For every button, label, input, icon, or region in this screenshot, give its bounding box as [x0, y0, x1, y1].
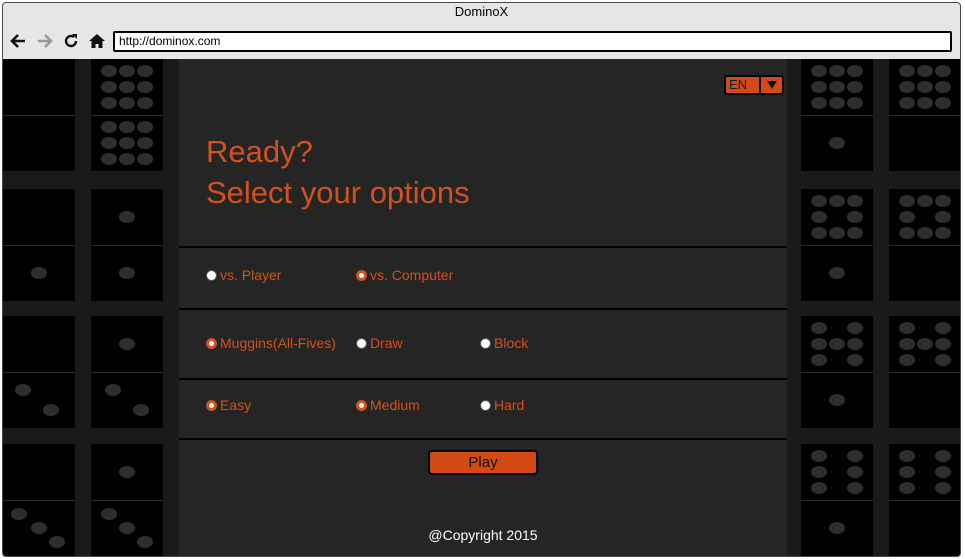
radio-block[interactable]: Block: [480, 335, 528, 351]
domino-tile: [801, 316, 873, 428]
play-button[interactable]: Play: [428, 450, 538, 475]
left-domino-decoration: [3, 59, 179, 556]
radio-button[interactable]: [356, 337, 367, 349]
domino-tile: [91, 189, 163, 301]
domino-tile: [801, 189, 873, 301]
radio-button-selected[interactable]: [356, 399, 367, 411]
option-label: vs. Computer: [370, 267, 454, 283]
right-domino-decoration: [787, 59, 960, 556]
divider: [179, 246, 787, 248]
chevron-down-icon[interactable]: [759, 77, 782, 93]
option-label: Hard: [494, 397, 525, 413]
domino-tile: [801, 59, 873, 171]
title-line-2: Select your options: [206, 175, 470, 210]
radio-button[interactable]: [206, 269, 217, 281]
language-select[interactable]: EN: [724, 75, 784, 95]
reload-icon[interactable]: [62, 32, 80, 50]
address-bar[interactable]: http://dominox.com: [113, 31, 952, 52]
radio-vs-computer[interactable]: vs. Computer: [356, 267, 453, 283]
domino-tile: [3, 444, 75, 556]
options-panel: EN Ready? Select your options vs. Player…: [179, 59, 787, 556]
option-label: Muggins(All-Fives): [220, 335, 336, 351]
radio-easy[interactable]: Easy: [206, 397, 251, 413]
radio-button-selected[interactable]: [206, 337, 217, 349]
domino-tile: [889, 189, 960, 301]
copyright-text: @Copyright 2015: [428, 527, 538, 543]
radio-vs-player[interactable]: vs. Player: [206, 267, 281, 283]
domino-tile: [801, 444, 873, 556]
arrow-right-icon[interactable]: [36, 32, 54, 50]
divider: [179, 308, 787, 310]
option-label: Medium: [370, 397, 420, 413]
radio-hard[interactable]: Hard: [480, 397, 524, 413]
radio-medium[interactable]: Medium: [356, 397, 420, 413]
domino-tile: [91, 59, 163, 171]
option-label: Easy: [220, 397, 252, 413]
option-label: Block: [494, 335, 529, 351]
option-label: vs. Player: [220, 267, 282, 283]
browser-window: DominoX http://dominox.com EN Ready? Sel…: [2, 2, 961, 557]
domino-tile: [91, 316, 163, 428]
language-value: EN: [729, 77, 748, 92]
browser-toolbar: http://dominox.com: [3, 25, 960, 59]
domino-tile: [3, 59, 75, 171]
radio-button[interactable]: [480, 399, 491, 411]
domino-tile: [889, 59, 960, 171]
domino-tile: [91, 444, 163, 556]
domino-tile: [889, 444, 960, 556]
radio-muggins[interactable]: Muggins(All-Fives): [206, 335, 336, 351]
arrow-left-icon[interactable]: [9, 32, 27, 50]
radio-button[interactable]: [480, 337, 491, 349]
page-viewport: EN Ready? Select your options vs. Player…: [3, 59, 960, 556]
domino-tile: [889, 316, 960, 428]
divider: [179, 378, 787, 380]
window-title: DominoX: [454, 4, 509, 19]
radio-button-selected[interactable]: [206, 399, 217, 411]
title-line-1: Ready?: [206, 134, 313, 169]
domino-tile: [3, 189, 75, 301]
page-title: Ready? Select your options: [206, 131, 470, 213]
option-label: Draw: [370, 335, 403, 351]
divider: [179, 438, 787, 440]
domino-tile: [3, 316, 75, 428]
radio-draw[interactable]: Draw: [356, 335, 403, 351]
home-icon[interactable]: [88, 32, 106, 50]
radio-button-selected[interactable]: [356, 269, 367, 281]
